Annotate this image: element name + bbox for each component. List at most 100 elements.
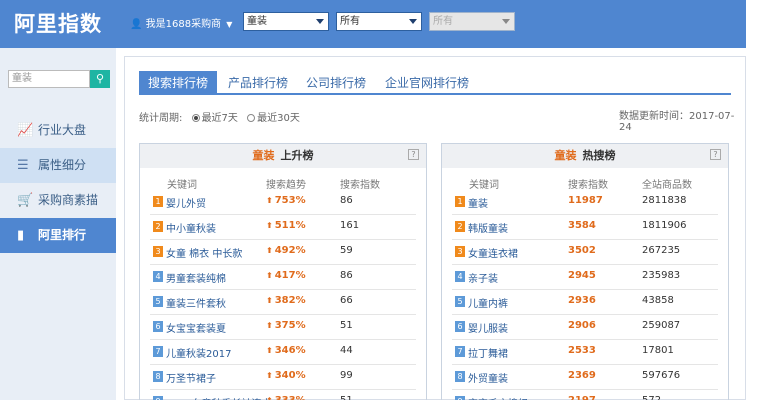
help-icon[interactable]: ? [710, 149, 721, 160]
product-count: 235983 [642, 270, 681, 281]
help-icon[interactable]: ? [408, 149, 419, 160]
chevron-down-icon [502, 19, 510, 24]
keyword-link[interactable]: 童装 [468, 195, 488, 210]
arrow-up-icon: ⬆ [266, 221, 273, 230]
rank-badge: 1 [455, 196, 465, 207]
rank-badge: 5 [153, 296, 163, 307]
rank-badge: 9 [153, 396, 163, 400]
keyword-link[interactable]: 儿童秋装2017 [166, 345, 231, 360]
table-row[interactable]: 6 女宝宝套装夏 ⬆ 375% 51 [150, 315, 416, 340]
radio-7days[interactable] [191, 114, 200, 122]
table-row[interactable]: 2 韩版童装 3584 1811906 [452, 215, 718, 240]
trend-value: ⬆333% [266, 395, 306, 400]
rank-badge: 6 [153, 321, 163, 332]
subcategory-select[interactable]: 所有 [336, 12, 422, 31]
tab-search-ranking[interactable]: 搜索排行榜 [139, 71, 217, 95]
arrow-up-icon: ⬆ [266, 371, 273, 380]
arrow-up-icon: ⬆ [266, 196, 273, 205]
tab-website-ranking[interactable]: 企业官网排行榜 [377, 71, 477, 95]
keyword-link[interactable]: 外贸童装 [468, 370, 508, 385]
table-row[interactable]: 6 婴儿服装 2906 259087 [452, 315, 718, 340]
sidebar-item-industry[interactable]: 📈 行业大盘 [0, 113, 116, 148]
keyword-link[interactable]: 女童连衣裙 [468, 245, 518, 260]
trend-percent: 375% [274, 320, 306, 331]
sidebar-item-buyers[interactable]: 🛒 采购商素描 [0, 183, 116, 218]
table-row[interactable]: 7 拉丁舞裙 2533 17801 [452, 340, 718, 365]
search-index: 2906 [568, 320, 596, 331]
subcategory-select-value: 所有 [340, 16, 360, 27]
table-row[interactable]: 9宝宝毛衣捣织 2197 572 [452, 390, 718, 400]
table-row[interactable]: 8 外贸童装 2369 597676 [452, 365, 718, 390]
keyword-link[interactable]: 万圣节裙子 [166, 370, 216, 385]
search-icon: ⚲ [95, 72, 105, 85]
keyword-link[interactable]: 男童套装纯棉 [166, 270, 226, 285]
table-row[interactable]: 8 万圣节裙子 ⬆ 340% 99 [150, 365, 416, 390]
chevron-down-icon [409, 19, 417, 24]
trend-percent: 333% [275, 395, 306, 400]
table-row[interactable]: 3 女童 棉衣 中长款 ⬆ 492% 59 [150, 240, 416, 265]
table-row[interactable]: 1 童装 11987 2811838 [452, 190, 718, 215]
keyword-link[interactable]: 女宝宝套装夏 [166, 320, 226, 335]
sidebar-item-attributes[interactable]: ☰ 属性细分 [0, 148, 116, 183]
trend-percent: 340% [274, 370, 306, 381]
trend-value: ⬆ 417% [266, 270, 306, 281]
product-count: 2811838 [642, 195, 687, 206]
user-menu[interactable]: 👤 我是1688采购商 ▼ [130, 15, 232, 30]
keyword-link[interactable]: 宝宝毛衣捣织 [468, 395, 528, 400]
logo: 阿里指数 [14, 12, 102, 36]
table-row[interactable]: 92017女童秋季长袖连衣⬆333% 51 [150, 390, 416, 400]
leaf-category-select-value: 所有 [433, 16, 453, 27]
arrow-up-icon: ⬆ [266, 246, 273, 255]
arrow-up-icon: ⬆ [266, 396, 273, 400]
column-header-index: 搜索指数 [568, 180, 608, 191]
table-row[interactable]: 4 男童套装纯棉 ⬆ 417% 86 [150, 265, 416, 290]
table-row[interactable]: 1 婴儿外贸 ⬆ 753% 86 [150, 190, 416, 215]
sidebar-item-ranking[interactable]: ▮ 阿里排行 [0, 218, 116, 253]
table-row[interactable]: 7 儿童秋装2017 ⬆ 346% 44 [150, 340, 416, 365]
tab-product-ranking[interactable]: 产品排行榜 [221, 71, 295, 95]
sidebar-item-label: 阿里排行 [38, 228, 87, 242]
radio-30days[interactable] [247, 114, 256, 122]
table-row[interactable]: 5 儿童内裤 2936 43858 [452, 290, 718, 315]
rank-badge: 3 [455, 246, 465, 257]
search-button[interactable]: ⚲ [90, 70, 110, 88]
keyword-link[interactable]: 2017女童秋季长袖连衣 [166, 395, 271, 400]
rank-badge: 8 [153, 371, 163, 382]
table-row[interactable]: 3 女童连衣裙 3502 267235 [452, 240, 718, 265]
search-index: 59 [340, 245, 353, 256]
sidebar-item-label: 采购商素描 [38, 193, 99, 207]
search-index: 86 [340, 270, 353, 281]
rise-panel-title: 童装 上升榜 ? [140, 144, 426, 168]
table-row[interactable]: 4 亲子装 2945 235983 [452, 265, 718, 290]
search-index: 2945 [568, 270, 596, 281]
keyword-link[interactable]: 婴儿服装 [468, 320, 508, 335]
product-count: 43858 [642, 295, 674, 306]
keyword-link[interactable]: 中小童秋装 [166, 220, 216, 235]
category-select[interactable]: 童装 [243, 12, 329, 31]
product-count: 259087 [642, 320, 681, 331]
tab-company-ranking[interactable]: 公司排行榜 [299, 71, 373, 95]
keyword-link[interactable]: 亲子装 [468, 270, 498, 285]
keyword-link[interactable]: 童装三件套秋 [166, 295, 226, 310]
keyword-link[interactable]: 婴儿外贸 [166, 195, 206, 210]
search-input[interactable]: 童装 [8, 70, 90, 88]
arrow-up-icon: ⬆ [266, 271, 273, 280]
rank-badge: 2 [455, 221, 465, 232]
rank-badge: 7 [153, 346, 163, 357]
search-index: 51 [340, 395, 353, 400]
keyword-link[interactable]: 韩版童装 [468, 220, 508, 235]
table-row[interactable]: 5 童装三件套秋 ⬆ 382% 66 [150, 290, 416, 315]
table-row[interactable]: 2 中小童秋装 ⬆ 511% 161 [150, 215, 416, 240]
column-header-keyword: 关键词 [167, 180, 197, 191]
chevron-down-icon: ▼ [226, 20, 233, 29]
period-selector: 统计周期: 最近7天 最近30天 [139, 109, 300, 124]
keyword-link[interactable]: 拉丁舞裙 [468, 345, 508, 360]
keyword-link[interactable]: 儿童内裤 [468, 295, 508, 310]
trend-value: ⬆ 382% [266, 295, 306, 306]
keyword-link[interactable]: 女童 棉衣 中长款 [166, 245, 242, 260]
trend-value: ⬆ 753% [266, 195, 306, 206]
chevron-down-icon [316, 19, 324, 24]
hot-panel: 童装 热搜榜 ? 关键词 搜索指数 全站商品数 1 童装 11987 2811838 2 韩… [441, 143, 729, 400]
trend-value: ⬆ 511% [266, 220, 306, 231]
rank-badge: 9 [455, 396, 465, 400]
